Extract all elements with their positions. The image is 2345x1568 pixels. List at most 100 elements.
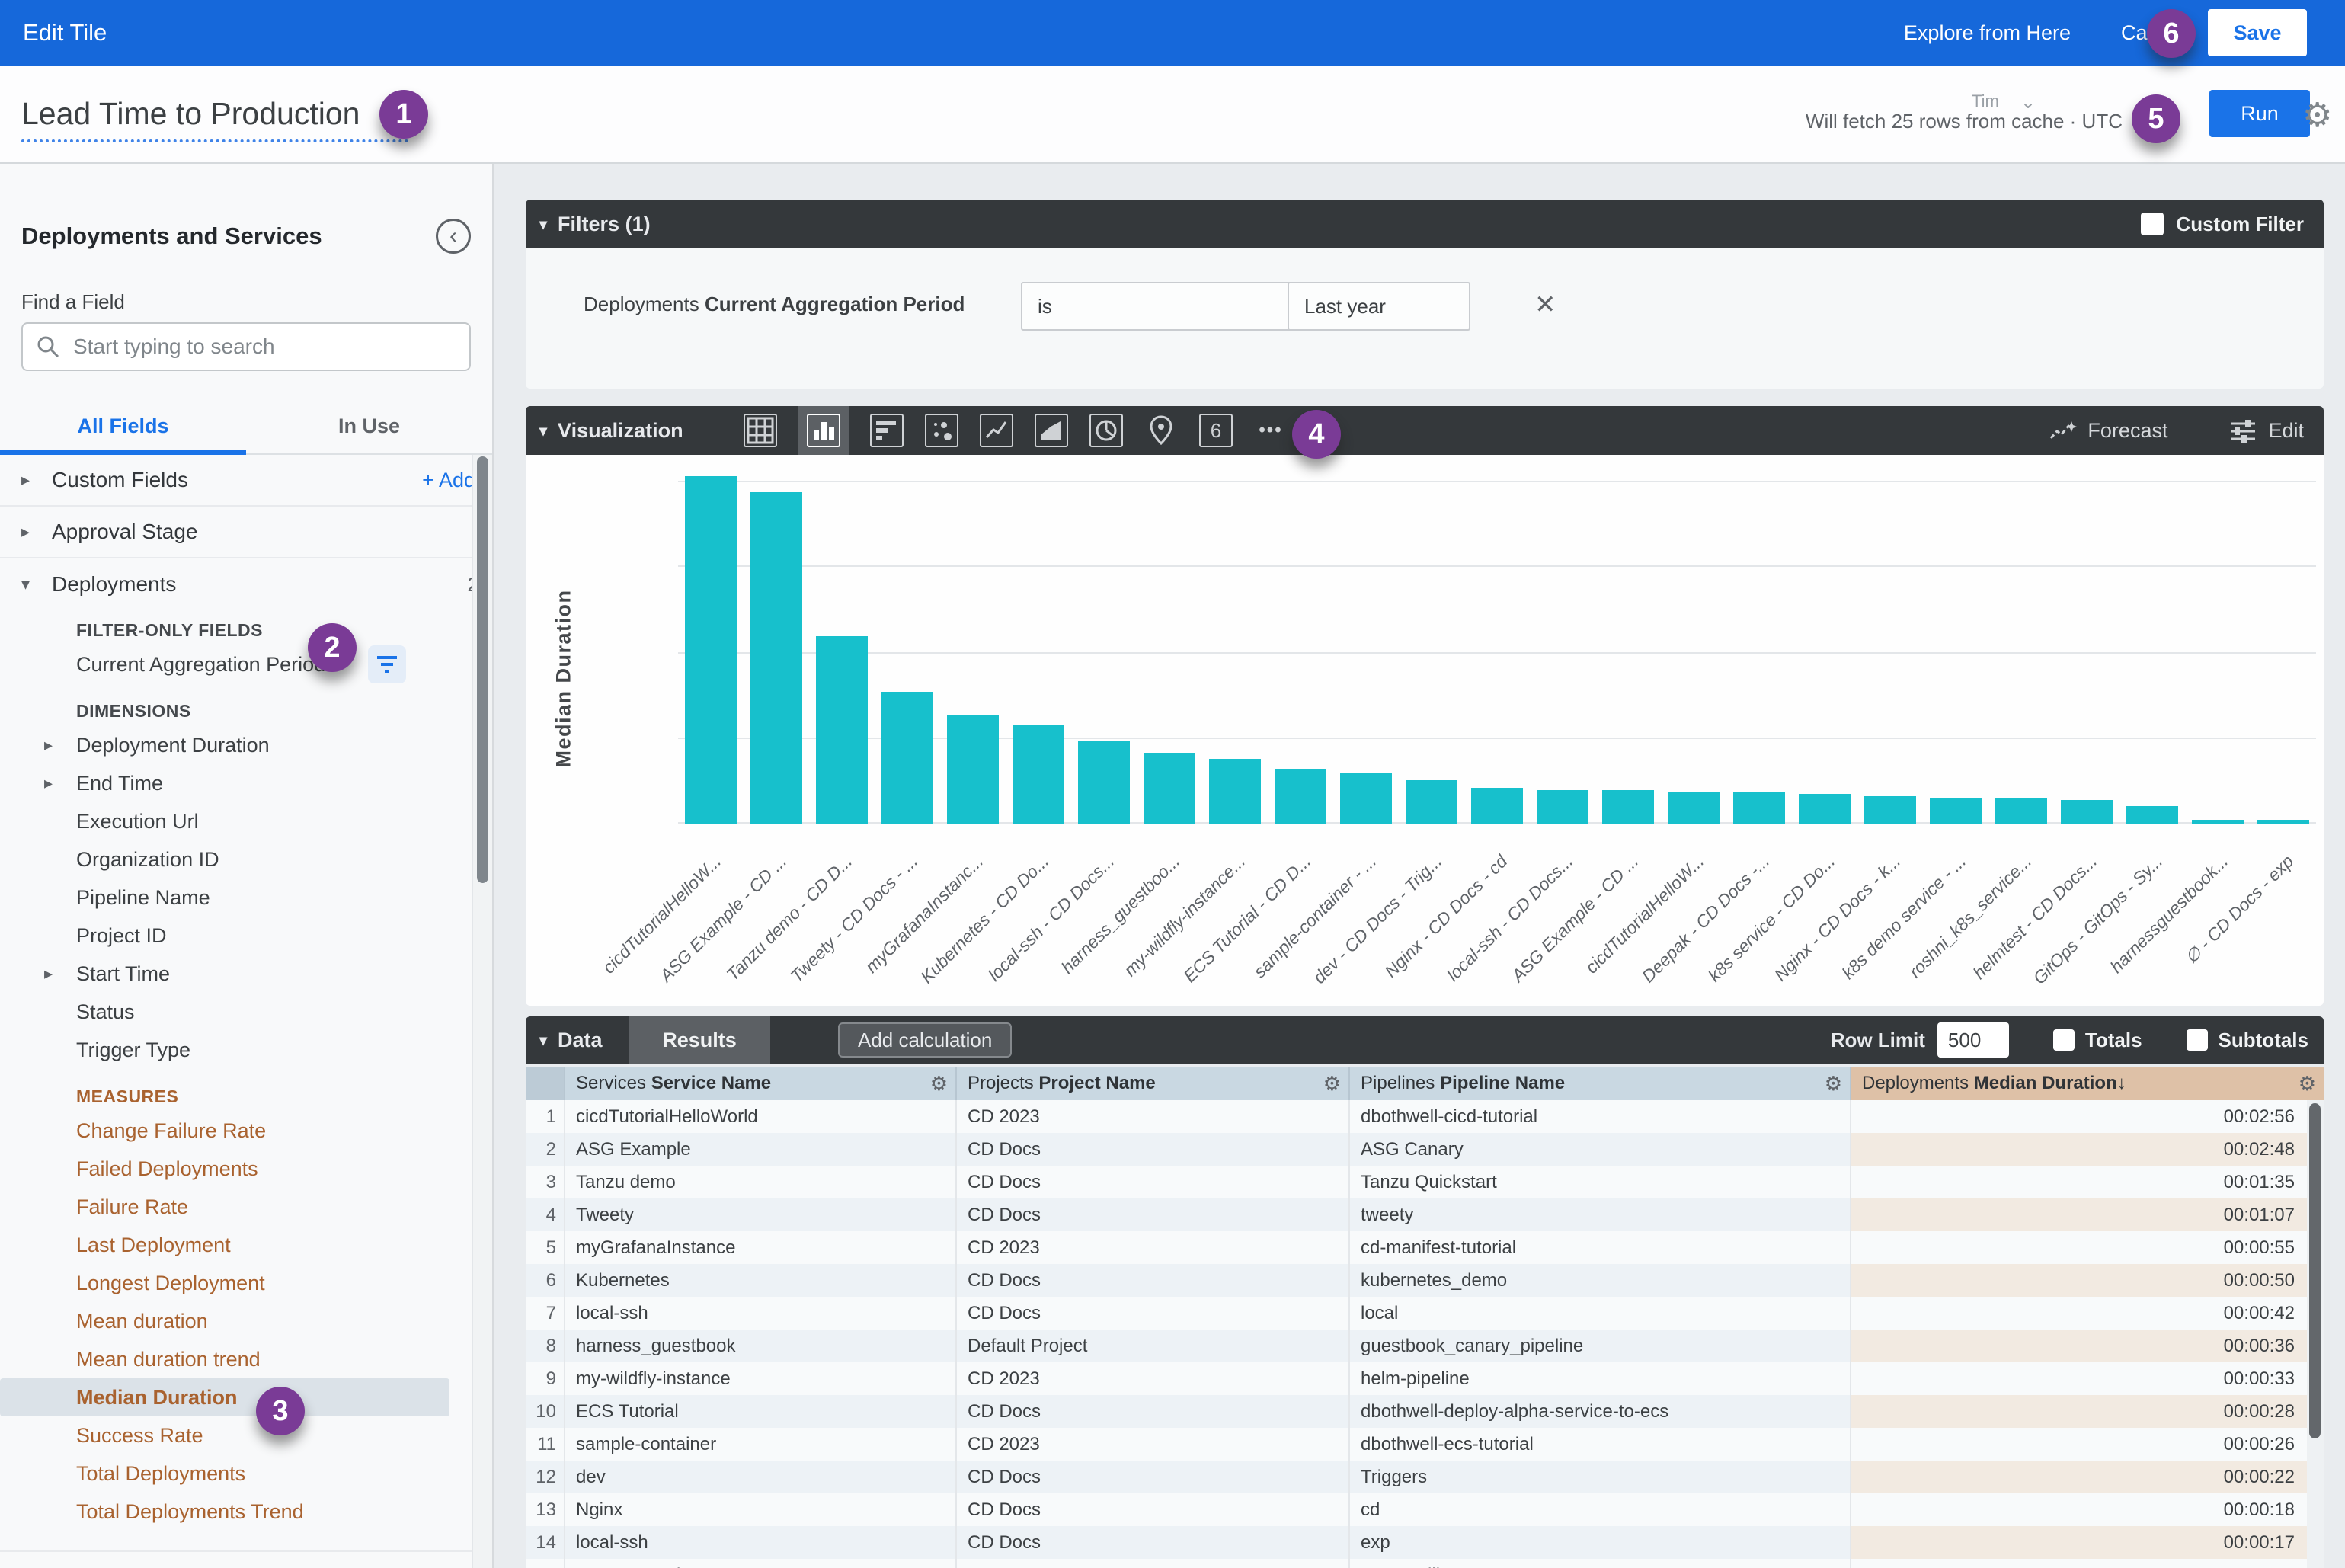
- sidebar-item-project-id[interactable]: Project ID: [0, 917, 492, 955]
- sidebar-item-failure-rate[interactable]: Failure Rate: [0, 1188, 492, 1226]
- pipeline-cell[interactable]: ASG Canary: [1350, 1133, 1851, 1166]
- caret-right-icon[interactable]: ▸: [21, 470, 52, 490]
- sidebar-item-mean-duration-trend[interactable]: Mean duration trend: [0, 1340, 492, 1378]
- sidebar-item-end-time[interactable]: ▸End Time: [0, 764, 492, 802]
- scrollbar-thumb[interactable]: [477, 456, 488, 883]
- sidebar-item-total-deployments-trend[interactable]: Total Deployments Trend: [0, 1493, 492, 1531]
- project-cell[interactable]: CD 2023: [957, 1362, 1350, 1395]
- duration-cell[interactable]: 00:00:22: [1851, 1461, 2307, 1493]
- chart-bar[interactable]: [1995, 798, 2047, 824]
- column-header-pipeline-name[interactable]: Pipelines Pipeline Name ⚙: [1350, 1067, 1851, 1100]
- chart-bar[interactable]: [1864, 796, 1916, 824]
- edit-viz-button[interactable]: Edit: [2228, 418, 2304, 443]
- subtotals-toggle[interactable]: Subtotals: [2176, 1029, 2308, 1052]
- bar-chart-icon[interactable]: [869, 406, 904, 455]
- field-search-box[interactable]: [21, 322, 471, 371]
- timezone-label[interactable]: Tim: [1972, 91, 1999, 111]
- project-cell[interactable]: CD 2023: [957, 1100, 1350, 1133]
- search-input[interactable]: [73, 334, 439, 359]
- caret-down-icon[interactable]: ▾: [539, 1031, 547, 1050]
- more-viz-types-icon[interactable]: •••: [1253, 406, 1288, 455]
- row-limit-input[interactable]: [1937, 1022, 2009, 1058]
- custom-filter-checkbox[interactable]: [2141, 213, 2164, 235]
- column-gear-icon[interactable]: ⚙: [1323, 1072, 1341, 1096]
- project-cell[interactable]: CD Docs: [957, 1526, 1350, 1559]
- duration-cell[interactable]: 00:00:36: [1851, 1330, 2307, 1362]
- sidebar-item-current-aggregation-period[interactable]: Current Aggregation Period: [0, 645, 492, 683]
- chart-bar[interactable]: [750, 492, 802, 824]
- chart-bar[interactable]: [1668, 792, 1720, 824]
- project-cell[interactable]: CD Docs: [957, 1198, 1350, 1231]
- duration-cell[interactable]: 00:01:35: [1851, 1166, 2307, 1198]
- project-cell[interactable]: CD Docs: [957, 1559, 1350, 1568]
- custom-filter-toggle[interactable]: Custom Filter: [2129, 213, 2304, 236]
- sort-arrow-icon[interactable]: ↓: [2117, 1073, 2126, 1094]
- chart-bar[interactable]: [685, 476, 737, 824]
- duration-cell[interactable]: 00:00:50: [1851, 1264, 2307, 1297]
- chart-bar[interactable]: [881, 692, 933, 824]
- pipeline-cell[interactable]: dbothwell-ecs-tutorial: [1350, 1428, 1851, 1461]
- sidebar-item-pipeline-name[interactable]: Pipeline Name: [0, 878, 492, 917]
- sidebar-item-last-deployment[interactable]: Last Deployment: [0, 1226, 492, 1264]
- service-cell[interactable]: dev: [565, 1461, 957, 1493]
- column-header-service-name[interactable]: Services Service Name ⚙: [565, 1067, 957, 1100]
- column-header-project-name[interactable]: Projects Project Name ⚙: [957, 1067, 1350, 1100]
- project-cell[interactable]: Default Project: [957, 1330, 1350, 1362]
- chart-bar[interactable]: [1602, 790, 1654, 824]
- service-cell[interactable]: Tweety: [565, 1198, 957, 1231]
- line-chart-icon[interactable]: [979, 406, 1014, 455]
- chart-bar[interactable]: [1799, 794, 1851, 824]
- sidebar-group-approval-stage[interactable]: ▸ Approval Stage: [0, 507, 492, 558]
- scrollbar-thumb[interactable]: [2309, 1103, 2321, 1438]
- project-cell[interactable]: CD Docs: [957, 1264, 1350, 1297]
- chart-bar[interactable]: [816, 636, 868, 824]
- duration-cell[interactable]: 00:02:48: [1851, 1133, 2307, 1166]
- timezone-chevron-icon[interactable]: ⌄: [2020, 91, 2036, 114]
- sidebar-scrollbar[interactable]: [472, 455, 492, 1568]
- service-cell[interactable]: Tanzu demo: [565, 1166, 957, 1198]
- save-button[interactable]: Save: [2208, 9, 2307, 56]
- pie-chart-icon[interactable]: [1089, 406, 1124, 455]
- sidebar-item-success-rate[interactable]: Success Rate: [0, 1416, 492, 1454]
- tab-all-fields[interactable]: All Fields: [0, 411, 246, 453]
- pipeline-cell[interactable]: cd: [1350, 1493, 1851, 1526]
- service-cell[interactable]: harness_guestbook: [565, 1330, 957, 1362]
- project-cell[interactable]: CD 2023: [957, 1231, 1350, 1264]
- sidebar-item-mean-duration[interactable]: Mean duration: [0, 1302, 492, 1340]
- sidebar-item-total-deployments[interactable]: Total Deployments: [0, 1454, 492, 1493]
- collapse-panel-icon[interactable]: ‹: [436, 219, 471, 254]
- chart-bar[interactable]: [1733, 792, 1785, 824]
- sidebar-item-trigger-type[interactable]: Trigger Type: [0, 1031, 492, 1069]
- service-cell[interactable]: sample-container: [565, 1428, 957, 1461]
- duration-cell[interactable]: 00:02:56: [1851, 1100, 2307, 1133]
- map-pin-icon[interactable]: [1144, 406, 1179, 455]
- service-cell[interactable]: my-wildfly-instance: [565, 1362, 957, 1395]
- column-chart-icon[interactable]: [798, 406, 849, 455]
- caret-down-icon[interactable]: ▾: [21, 574, 52, 594]
- chart-bar[interactable]: [2257, 820, 2309, 824]
- sidebar-group-custom-fields[interactable]: ▸ Custom Fields + Add: [0, 455, 492, 507]
- project-cell[interactable]: CD Docs: [957, 1297, 1350, 1330]
- run-button[interactable]: Run: [2209, 90, 2310, 137]
- pipeline-cell[interactable]: dbothwell-cicd-tutorial: [1350, 1100, 1851, 1133]
- project-cell[interactable]: CD Docs: [957, 1395, 1350, 1428]
- duration-cell[interactable]: 00:00:42: [1851, 1297, 2307, 1330]
- service-cell[interactable]: ASG Example: [565, 1559, 957, 1568]
- duration-cell[interactable]: 00:00:18: [1851, 1493, 2307, 1526]
- add-custom-field-button[interactable]: + Add: [422, 469, 475, 492]
- pipeline-cell[interactable]: helm-pipeline: [1350, 1362, 1851, 1395]
- tab-in-use[interactable]: In Use: [246, 411, 492, 453]
- totals-toggle[interactable]: Totals: [2043, 1029, 2142, 1052]
- service-cell[interactable]: myGrafanaInstance: [565, 1231, 957, 1264]
- query-settings-gear-icon[interactable]: ⚙: [2302, 96, 2332, 135]
- sidebar-group-deployments[interactable]: ▾ Deployments 2: [0, 558, 492, 610]
- chart-bar[interactable]: [1537, 790, 1588, 824]
- sidebar-item-organization-id[interactable]: Organization ID: [0, 840, 492, 878]
- totals-checkbox[interactable]: [2053, 1029, 2075, 1051]
- sidebar-item-median-duration[interactable]: Median Duration: [0, 1378, 449, 1416]
- pipeline-cell[interactable]: cd-manifest-tutorial: [1350, 1231, 1851, 1264]
- sidebar-item-change-failure-rate[interactable]: Change Failure Rate: [0, 1112, 492, 1150]
- duration-cell[interactable]: 00:00:28: [1851, 1395, 2307, 1428]
- service-cell[interactable]: local-ssh: [565, 1297, 957, 1330]
- scatter-plot-icon[interactable]: [924, 406, 959, 455]
